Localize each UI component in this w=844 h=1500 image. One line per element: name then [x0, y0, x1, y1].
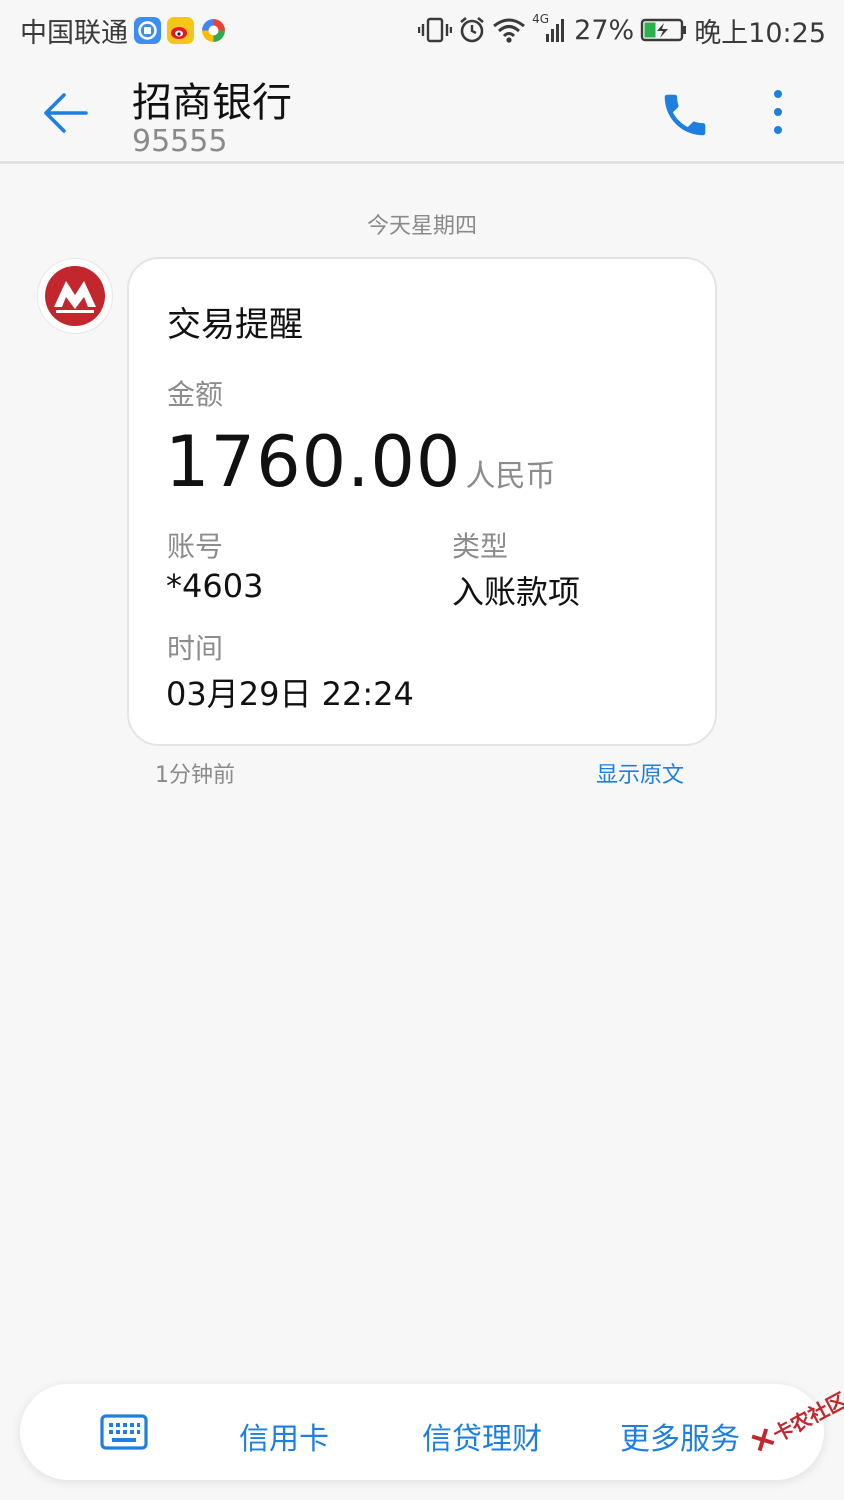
account-value: *4603: [166, 567, 264, 605]
date-separator: 今天星期四: [366, 214, 477, 239]
weibo-app-icon: [167, 16, 194, 44]
more-options-button[interactable]: [760, 86, 796, 140]
network-type: 4G: [532, 12, 550, 26]
keyboard-toggle-button[interactable]: [100, 1414, 148, 1450]
alarm-icon: [458, 16, 486, 44]
card-title: 交易提醒: [167, 305, 303, 345]
amount-value: 1760.00: [165, 421, 462, 503]
type-value: 入账款项: [452, 573, 581, 611]
menu-item-more-services[interactable]: 更多服务: [620, 1414, 740, 1458]
clock-time: 晚上10:25: [694, 17, 826, 49]
show-original-link[interactable]: 显示原文: [596, 757, 684, 789]
vibrate-icon: [418, 16, 453, 44]
account-label: 账号: [167, 530, 224, 563]
keyboard-icon: [100, 1414, 148, 1450]
status-bar: 中国联通 4G 27% 晚上10:25: [0, 0, 844, 60]
browser-app-icon: [134, 16, 161, 44]
wifi-icon: [492, 16, 526, 44]
currency-label: 人民币: [465, 459, 556, 494]
battery-percent: 27%: [574, 14, 635, 46]
amount-row: 1760.00 人民币: [165, 421, 555, 503]
transaction-message-card[interactable]: 交易提醒 金额 1760.00 人民币 账号 *4603 类型 入账款项 时间 …: [127, 257, 717, 746]
message-timestamp: 1分钟前: [155, 763, 235, 788]
more-vertical-icon: [774, 90, 782, 134]
menu-item-credit-card[interactable]: 信用卡: [239, 1414, 329, 1458]
type-label: 类型: [452, 530, 509, 563]
time-label: 时间: [167, 632, 224, 665]
phone-icon: [664, 94, 706, 136]
contact-number: 95555: [132, 124, 228, 159]
contact-name: 招商银行: [132, 80, 292, 126]
service-menu-bar: 信用卡 信贷理财 更多服务: [20, 1384, 824, 1480]
time-value: 03月29日 22:24: [166, 675, 414, 713]
carrier-name: 中国联通: [20, 17, 128, 49]
bank-logo-icon: [45, 266, 105, 326]
status-bar-right: 4G 27% 晚上10:25: [418, 11, 826, 50]
call-button[interactable]: [658, 88, 712, 142]
back-button[interactable]: [38, 86, 92, 140]
colorful-app-icon: [200, 17, 227, 44]
battery-charging-icon: [640, 16, 688, 44]
conversation-header: 招商银行 95555: [0, 60, 844, 164]
sender-avatar[interactable]: [37, 258, 113, 334]
menu-item-loans-finance[interactable]: 信贷理财: [422, 1414, 542, 1458]
status-bar-left: 中国联通: [20, 11, 227, 50]
arrow-left-icon: [44, 93, 88, 133]
amount-label: 金额: [167, 378, 224, 411]
signal-icon: 4G: [532, 12, 568, 44]
